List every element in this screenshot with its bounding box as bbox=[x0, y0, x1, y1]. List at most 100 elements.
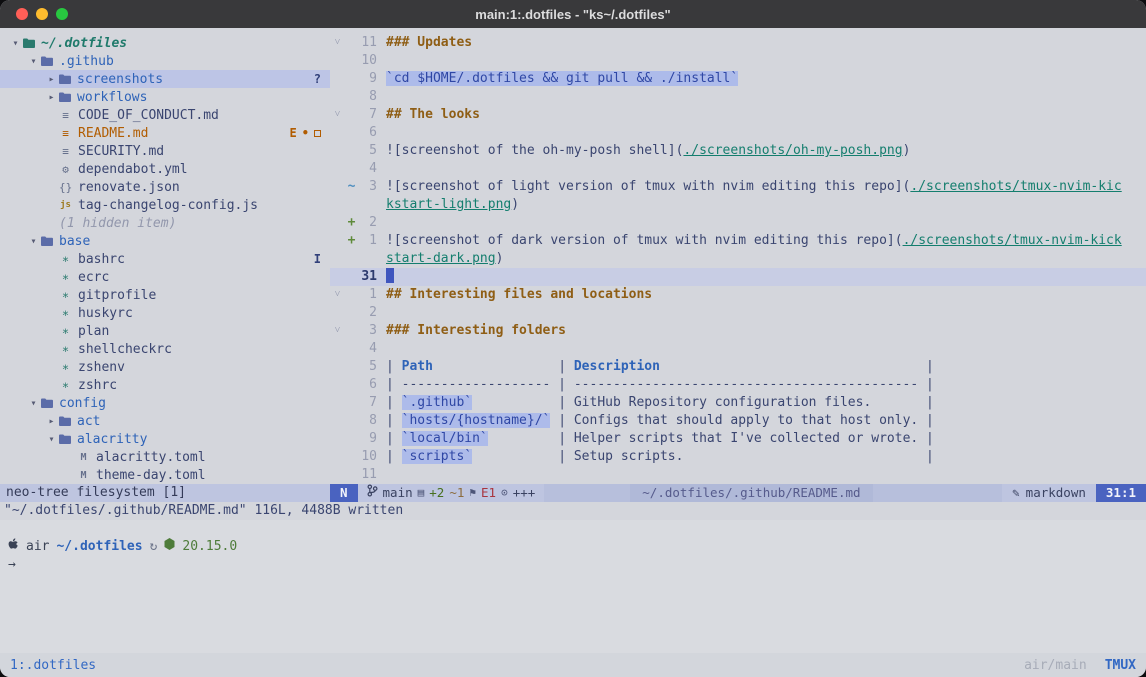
sign-column bbox=[345, 304, 358, 322]
statusline-middle: ~/.dotfiles/.github/README.md bbox=[544, 484, 1002, 502]
tree-item[interactable]: ⚙dependabot.yml bbox=[0, 160, 330, 178]
chevron-down-icon[interactable]: ▾ bbox=[26, 398, 41, 409]
tree-item[interactable]: ∗bashrcI bbox=[0, 250, 330, 268]
tmux-window-tab[interactable]: 1:.dotfiles bbox=[10, 658, 96, 673]
editor-line[interactable]: +1![screenshot of dark version of tmux w… bbox=[330, 232, 1146, 250]
editor-line[interactable]: 11 bbox=[330, 466, 1146, 484]
tree-item[interactable]: ∗gitprofile bbox=[0, 286, 330, 304]
tree-item[interactable]: Mtheme-day.toml bbox=[0, 466, 330, 484]
editor-line[interactable]: 4 bbox=[330, 160, 1146, 178]
tree-item[interactable]: ▸screenshots? bbox=[0, 70, 330, 88]
sign-column bbox=[345, 250, 358, 268]
fold-open-icon[interactable]: ˅ bbox=[330, 106, 345, 124]
editor-line[interactable]: 9`cd $HOME/.dotfiles && git pull && ./in… bbox=[330, 70, 1146, 88]
line-segment: ### Interesting folders bbox=[386, 323, 566, 338]
shell-pane[interactable]: air ~/.dotfiles ↻ 20.15.0 → bbox=[0, 520, 1146, 653]
sign-column bbox=[345, 124, 358, 142]
tree-item[interactable]: {}renovate.json bbox=[0, 178, 330, 196]
editor-line[interactable]: ˅7## The looks bbox=[330, 106, 1146, 124]
fold-open-icon[interactable]: ˅ bbox=[330, 286, 345, 304]
chevron-down-icon[interactable]: ▾ bbox=[8, 38, 23, 49]
tree-item[interactable]: ∗zshenv bbox=[0, 358, 330, 376]
tree-item[interactable]: ∗huskyrc bbox=[0, 304, 330, 322]
sign-column bbox=[345, 286, 358, 304]
editor-line[interactable]: 10| `scripts` | Setup scripts. | bbox=[330, 448, 1146, 466]
tree-item-label: workflows bbox=[77, 90, 147, 105]
close-button[interactable] bbox=[16, 8, 28, 20]
editor-line[interactable]: ˅1## Interesting files and locations bbox=[330, 286, 1146, 304]
tree-item[interactable]: ▾base bbox=[0, 232, 330, 250]
tree-item[interactable]: ∗shellcheckrc bbox=[0, 340, 330, 358]
chevron-down-icon[interactable]: ▾ bbox=[26, 236, 41, 247]
line-segment: | Configs that should apply to that host… bbox=[550, 413, 934, 428]
editor-line[interactable]: 9| `local/bin` | Helper scripts that I'v… bbox=[330, 430, 1146, 448]
tree-item[interactable]: jstag-changelog-config.js bbox=[0, 196, 330, 214]
tree-item-label: screenshots bbox=[77, 72, 163, 87]
tree-item-label: dependabot.yml bbox=[78, 162, 188, 177]
editor-line[interactable]: 4 bbox=[330, 340, 1146, 358]
line-segment: Description bbox=[574, 359, 660, 374]
tree-item[interactable]: ▾.github bbox=[0, 52, 330, 70]
editor-line[interactable]: 5![screenshot of the oh-my-posh shell](.… bbox=[330, 142, 1146, 160]
line-number: 11 bbox=[358, 466, 386, 484]
sign-column bbox=[345, 196, 358, 214]
chevron-right-icon[interactable]: ▸ bbox=[44, 92, 59, 103]
editor-line[interactable]: ˅ 3### Interesting folders bbox=[330, 322, 1146, 340]
line-text: ## The looks bbox=[386, 106, 1146, 124]
line-number: 3 bbox=[358, 322, 386, 340]
tree-item[interactable]: ∗zshrc bbox=[0, 376, 330, 394]
tree-item[interactable]: (1 hidden item) bbox=[0, 214, 330, 232]
tree-item[interactable]: ▸ workflows bbox=[0, 88, 330, 106]
editor-line[interactable]: 8| `hosts/{hostname}/` | Configs that sh… bbox=[330, 412, 1146, 430]
editor-line[interactable]: 10 bbox=[330, 52, 1146, 70]
tree-item[interactable]: Malacritty.toml bbox=[0, 448, 330, 466]
line-segment: | bbox=[386, 413, 402, 428]
tree-item-label: renovate.json bbox=[78, 180, 180, 195]
line-segment: ) bbox=[496, 251, 504, 266]
sign-column bbox=[345, 34, 358, 52]
prompt-cwd: ~/.dotfiles bbox=[56, 538, 142, 556]
tree-item[interactable]: ▾config bbox=[0, 394, 330, 412]
minimize-button[interactable] bbox=[36, 8, 48, 20]
chevron-right-icon[interactable]: ▸ bbox=[44, 416, 59, 427]
editor-line[interactable]: start-dark.png) bbox=[330, 250, 1146, 268]
line-segment: ### Updates bbox=[386, 35, 472, 50]
editor-buffer[interactable]: ˅11### Updates109`cd $HOME/.dotfiles && … bbox=[330, 28, 1146, 484]
tree-item[interactable]: ▾alacritty bbox=[0, 430, 330, 448]
fold-open-icon[interactable]: ˅ bbox=[330, 322, 345, 340]
line-segment: | Setup scripts. | bbox=[472, 449, 934, 464]
line-text bbox=[386, 268, 1146, 286]
tree-item-label: plan bbox=[78, 324, 109, 339]
line-segment: ## The looks bbox=[386, 107, 480, 122]
chevron-down-icon[interactable]: ▾ bbox=[44, 434, 59, 445]
maximize-button[interactable] bbox=[56, 8, 68, 20]
tree-item[interactable]: ≡CODE_OF_CONDUCT.md bbox=[0, 106, 330, 124]
editor-line[interactable]: +2 bbox=[330, 214, 1146, 232]
sign-column bbox=[345, 142, 358, 160]
chevron-right-icon[interactable]: ▸ bbox=[44, 74, 59, 85]
shell-config-icon: ∗ bbox=[59, 288, 72, 302]
editor-line[interactable]: 2 bbox=[330, 304, 1146, 322]
editor-line[interactable]: 6 bbox=[330, 124, 1146, 142]
editor-line[interactable]: 6| ------------------- | ---------------… bbox=[330, 376, 1146, 394]
sign-column bbox=[345, 412, 358, 430]
tree-item[interactable]: ≡SECURITY.md bbox=[0, 142, 330, 160]
editor-line[interactable]: 5| Path | Description | bbox=[330, 358, 1146, 376]
fold-open-icon[interactable]: ˅ bbox=[330, 34, 345, 52]
node-version: 20.15.0 bbox=[182, 538, 237, 556]
editor-line[interactable]: 31 bbox=[330, 268, 1146, 286]
tree-item[interactable]: ∗plan bbox=[0, 322, 330, 340]
tree-item[interactable]: ∗ecrc bbox=[0, 268, 330, 286]
editor-line[interactable]: ˅11### Updates bbox=[330, 34, 1146, 52]
tmux-label: TMUX bbox=[1105, 658, 1136, 673]
tree-item[interactable]: ▾~/.dotfiles bbox=[0, 34, 330, 52]
editor-line[interactable]: 8 bbox=[330, 88, 1146, 106]
line-segment: | Helper scripts that I've collected or … bbox=[488, 431, 934, 446]
tree-item[interactable]: ≡README.mdE• bbox=[0, 124, 330, 142]
editor-line[interactable]: ~3![screenshot of light version of tmux … bbox=[330, 178, 1146, 196]
javascript-icon: js bbox=[59, 200, 72, 210]
editor-line[interactable]: 7| `.github` | GitHub Repository configu… bbox=[330, 394, 1146, 412]
tree-item[interactable]: ▸act bbox=[0, 412, 330, 430]
chevron-down-icon[interactable]: ▾ bbox=[26, 56, 41, 67]
editor-line[interactable]: kstart-light.png) bbox=[330, 196, 1146, 214]
